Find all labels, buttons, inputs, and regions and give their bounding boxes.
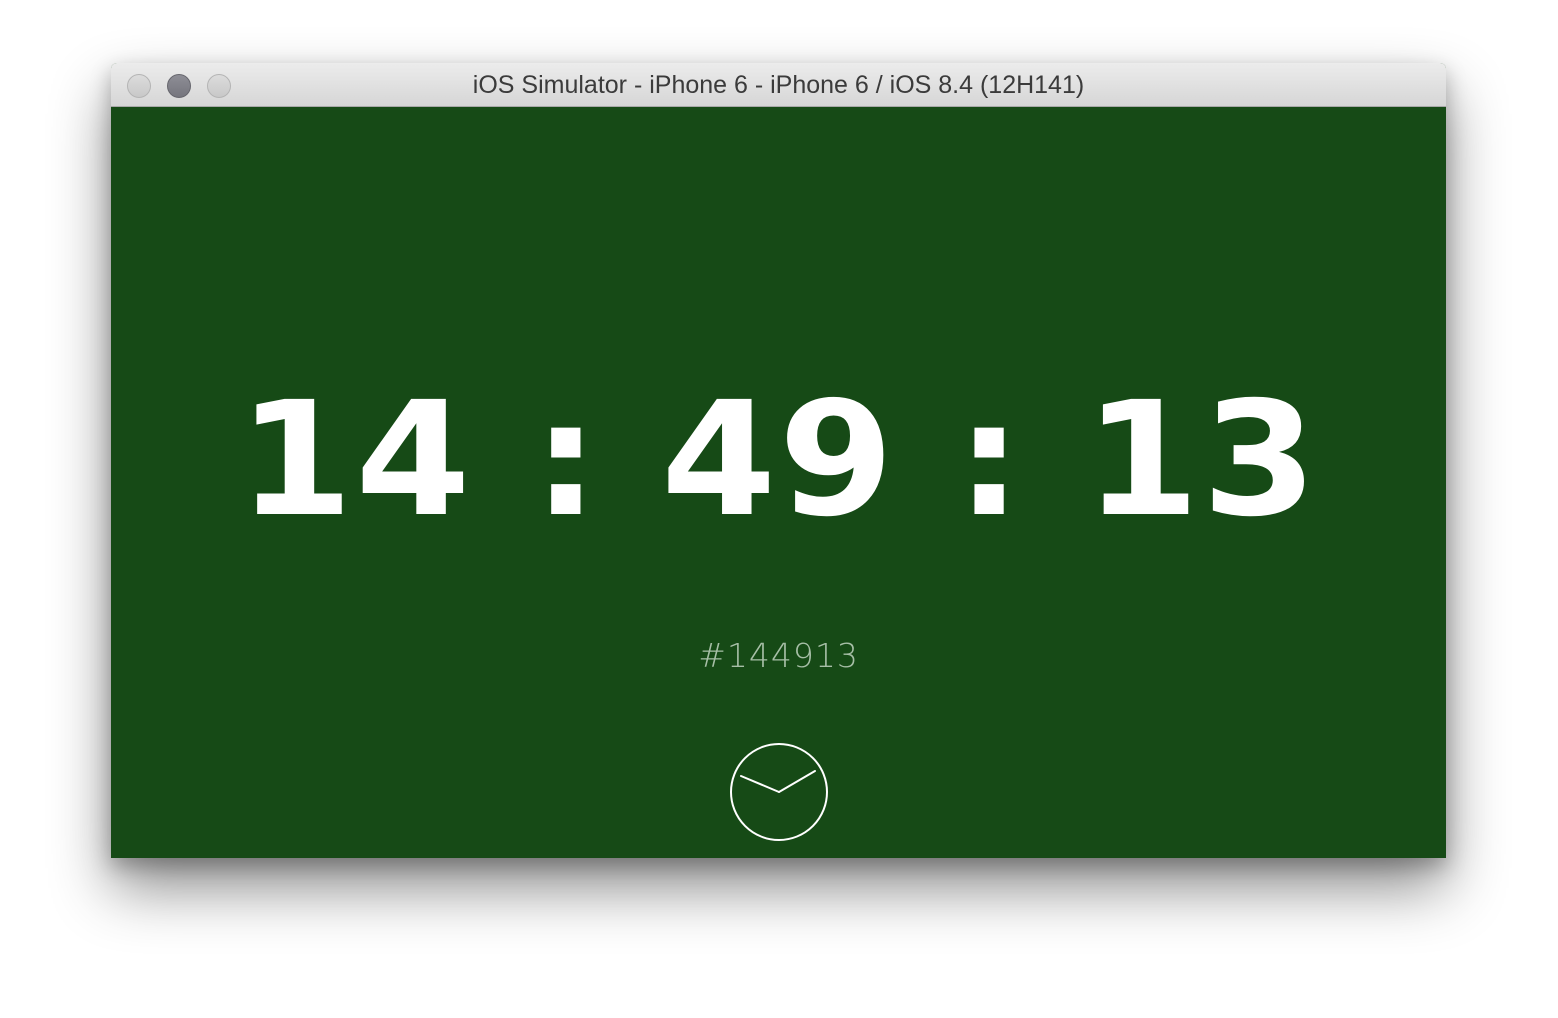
hex-color-label: #144913 — [698, 636, 859, 675]
time-display: 14 : 49 : 13 — [111, 380, 1446, 540]
time-separator: : — [532, 368, 602, 552]
hours-value: 14 — [237, 368, 473, 552]
time-separator: : — [955, 368, 1025, 552]
window-title: iOS Simulator - iPhone 6 - iPhone 6 / iO… — [472, 71, 1085, 99]
window-titlebar[interactable]: iOS Simulator - iPhone 6 - iPhone 6 / iO… — [111, 63, 1446, 107]
simulator-screen[interactable]: 14 : 49 : 13 #144913 — [111, 108, 1446, 858]
seconds-value: 13 — [1084, 368, 1320, 552]
simulator-window: iOS Simulator - iPhone 6 - iPhone 6 / iO… — [111, 63, 1446, 858]
minutes-value: 49 — [660, 368, 897, 552]
analog-clock-icon[interactable] — [729, 742, 829, 842]
